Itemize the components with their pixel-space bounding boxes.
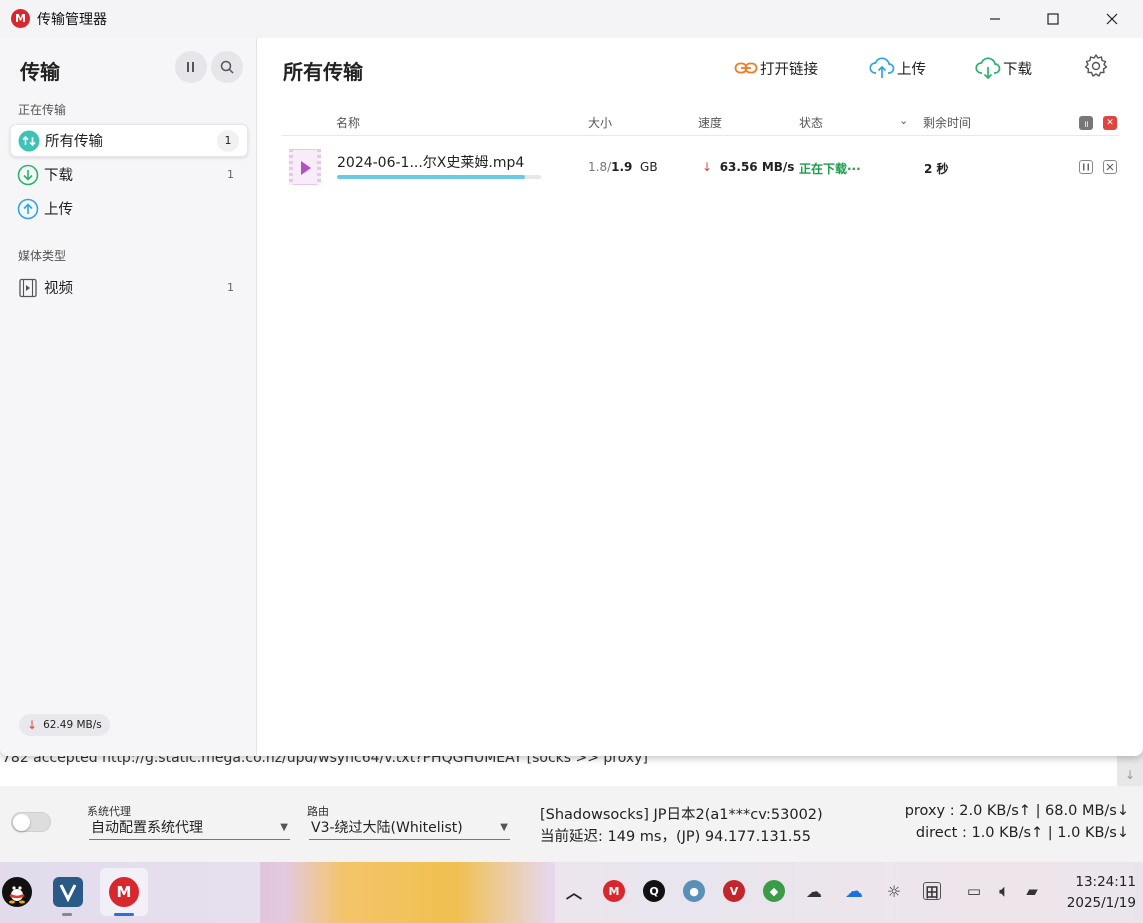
column-header-status[interactable]: 状态 [799,114,823,131]
video-file-icon [17,277,39,299]
idm-tray-icon[interactable]: ◆ [763,880,785,902]
network-tray-icon[interactable]: ● [683,880,705,902]
mega-tray-icon[interactable]: M [603,880,625,902]
mega-taskbar-icon[interactable]: M [109,877,139,907]
total-speed-value: 62.49 MB/s [43,719,102,731]
video-file-icon [289,149,321,185]
size-unit: GB [640,160,658,174]
sidebar: 传输 正在传输 所有传输 1 下载 1 上传 媒体类型 视频 1 ↓ 62.49… [0,38,257,756]
arrow-down-icon: ↓ [27,718,38,732]
qq-icon[interactable] [2,877,32,907]
sidebar-item-label: 所有传输 [45,134,103,150]
link-icon [734,60,758,76]
open-link-button[interactable]: 打开链接 [734,55,818,81]
sidebar-item-all-transfers[interactable]: 所有传输 1 [10,124,248,157]
settings-button[interactable] [1083,53,1109,83]
size-cell: 1.8/1.9 GB [588,160,658,174]
chevron-down-icon: ▼ [280,822,288,833]
count-badge: 1 [217,129,239,152]
v2ray-tray-icon[interactable]: V [723,880,745,902]
column-header-size[interactable]: 大小 [588,114,612,131]
cloud-download-icon [975,56,1001,80]
chevron-down-icon[interactable]: ⌄ [899,114,908,127]
system-proxy-toggle[interactable] [11,812,51,832]
progress-bar [337,175,541,179]
direct-speed: direct : 1.0 KB/s↑ | 1.0 KB/s↓ [915,825,1129,841]
pause-all-button[interactable] [175,51,207,83]
system-proxy-select[interactable]: 自动配置系统代理 ▼ [89,816,290,840]
transfer-table-header: 名称 大小 速度 状态 ⌄ 剩余时间 ॥ ✕ [281,112,1119,136]
total-speed-indicator: ↓ 62.49 MB/s [19,714,110,736]
title-bar[interactable]: M 传输管理器 [0,0,1143,38]
server-info: [Shadowsocks] JP日本2(a1***cv:53002) [540,807,823,823]
sidebar-item-label: 下载 [44,168,73,184]
search-icon [220,60,234,74]
scroll-down-icon[interactable]: ↓ [1125,768,1135,782]
battery-icon[interactable]: ▰ [1021,880,1043,902]
close-button[interactable] [1083,0,1141,38]
mega-logo-icon: M [11,9,30,28]
maximize-button[interactable] [1024,0,1082,38]
speed-value: 63.56 MB/s [719,160,795,174]
sidebar-item-upload[interactable]: 上传 [10,192,248,225]
transfer-row[interactable]: 2024-06-1...尔X史莱姆.mp4 1.8/1.9 GB ↓ 63.56… [281,138,1119,196]
column-header-speed[interactable]: 速度 [698,114,722,131]
page-title: 所有传输 [283,60,363,84]
chevron-down-icon: ▼ [500,822,508,833]
sidebar-item-download[interactable]: 下载 1 [10,158,248,191]
onedrive-icon[interactable]: ☁ [843,880,865,902]
sidebar-item-label: 上传 [44,202,73,218]
window-title: 传输管理器 [37,12,107,28]
sidebar-title: 传输 [20,60,60,84]
size-done: 1.8/ [588,160,612,174]
column-header-name[interactable]: 名称 [336,114,360,131]
arrow-down-icon: ↓ [702,160,713,174]
download-label: 下载 [1003,61,1032,78]
section-media-types: 媒体类型 [18,249,67,263]
pause-button[interactable] [1079,160,1093,174]
volume-icon[interactable]: 🔈︎ [993,880,1015,902]
upload-button[interactable]: 上传 [869,55,926,81]
cloud-icon[interactable]: ☁ [803,880,825,902]
section-active-transfers: 正在传输 [18,103,67,117]
download-circle-icon [17,164,39,186]
count-badge: 1 [227,281,234,294]
proxy-speed: proxy : 2.0 KB/s↑ | 68.0 MB/s↓ [904,803,1129,819]
cloud-upload-icon [869,56,895,80]
download-button[interactable]: 下载 [975,55,1032,81]
open-link-label: 打开链接 [760,61,818,78]
upload-label: 上传 [897,61,926,78]
v2rayn-taskbar-icon[interactable] [53,877,83,907]
speed-cell: ↓ 63.56 MB/s [702,160,794,174]
size-total: 1.9 [611,160,633,174]
transfer-manager-window: M 传输管理器 传输 正在传输 所有传输 1 下载 1 上传 媒体类型 视频 1… [0,0,1143,756]
latency-info: 当前延迟: 149 ms，(JP) 94.177.131.55 [540,829,811,845]
taskbar-clock[interactable]: 13:24:11 2025/1/19 [1056,872,1136,914]
transfer-both-icon [18,130,40,152]
status-cell: 正在下载··· [799,162,861,176]
gear-icon [1084,54,1108,77]
cancel-button[interactable] [1103,160,1117,174]
route-select[interactable]: V3-绕过大陆(Whitelist) ▼ [309,816,510,840]
clock-date: 2025/1/19 [1066,895,1136,911]
progress-fill [337,175,525,179]
brightness-icon[interactable]: ☼ [883,880,905,902]
clock-time: 13:24:11 [1075,874,1136,890]
column-header-remaining[interactable]: 剩余时间 [923,114,971,131]
input-method-icon[interactable]: 田 [923,882,941,901]
file-name: 2024-06-1...尔X史莱姆.mp4 [337,155,525,171]
pause-all-icon[interactable]: ॥ [1079,116,1093,130]
upload-circle-icon [17,198,39,220]
minimize-button[interactable] [966,0,1024,38]
sidebar-item-video[interactable]: 视频 1 [10,271,248,304]
sidebar-item-label: 视频 [44,281,73,297]
count-badge: 1 [227,168,234,181]
main-panel: 所有传输 打开链接 上传 下载 名称 大小 速度 状态 ⌄ 剩余时间 ॥ ✕ 2… [258,38,1143,756]
remaining-cell: 2 秒 [924,162,949,176]
cancel-all-icon[interactable]: ✕ [1103,116,1117,130]
network-icon[interactable]: ▭ [963,880,985,902]
chevron-up-icon[interactable]: ︿ [563,880,585,902]
search-button[interactable] [211,51,243,83]
qq-tray-icon[interactable]: Q [643,880,665,902]
